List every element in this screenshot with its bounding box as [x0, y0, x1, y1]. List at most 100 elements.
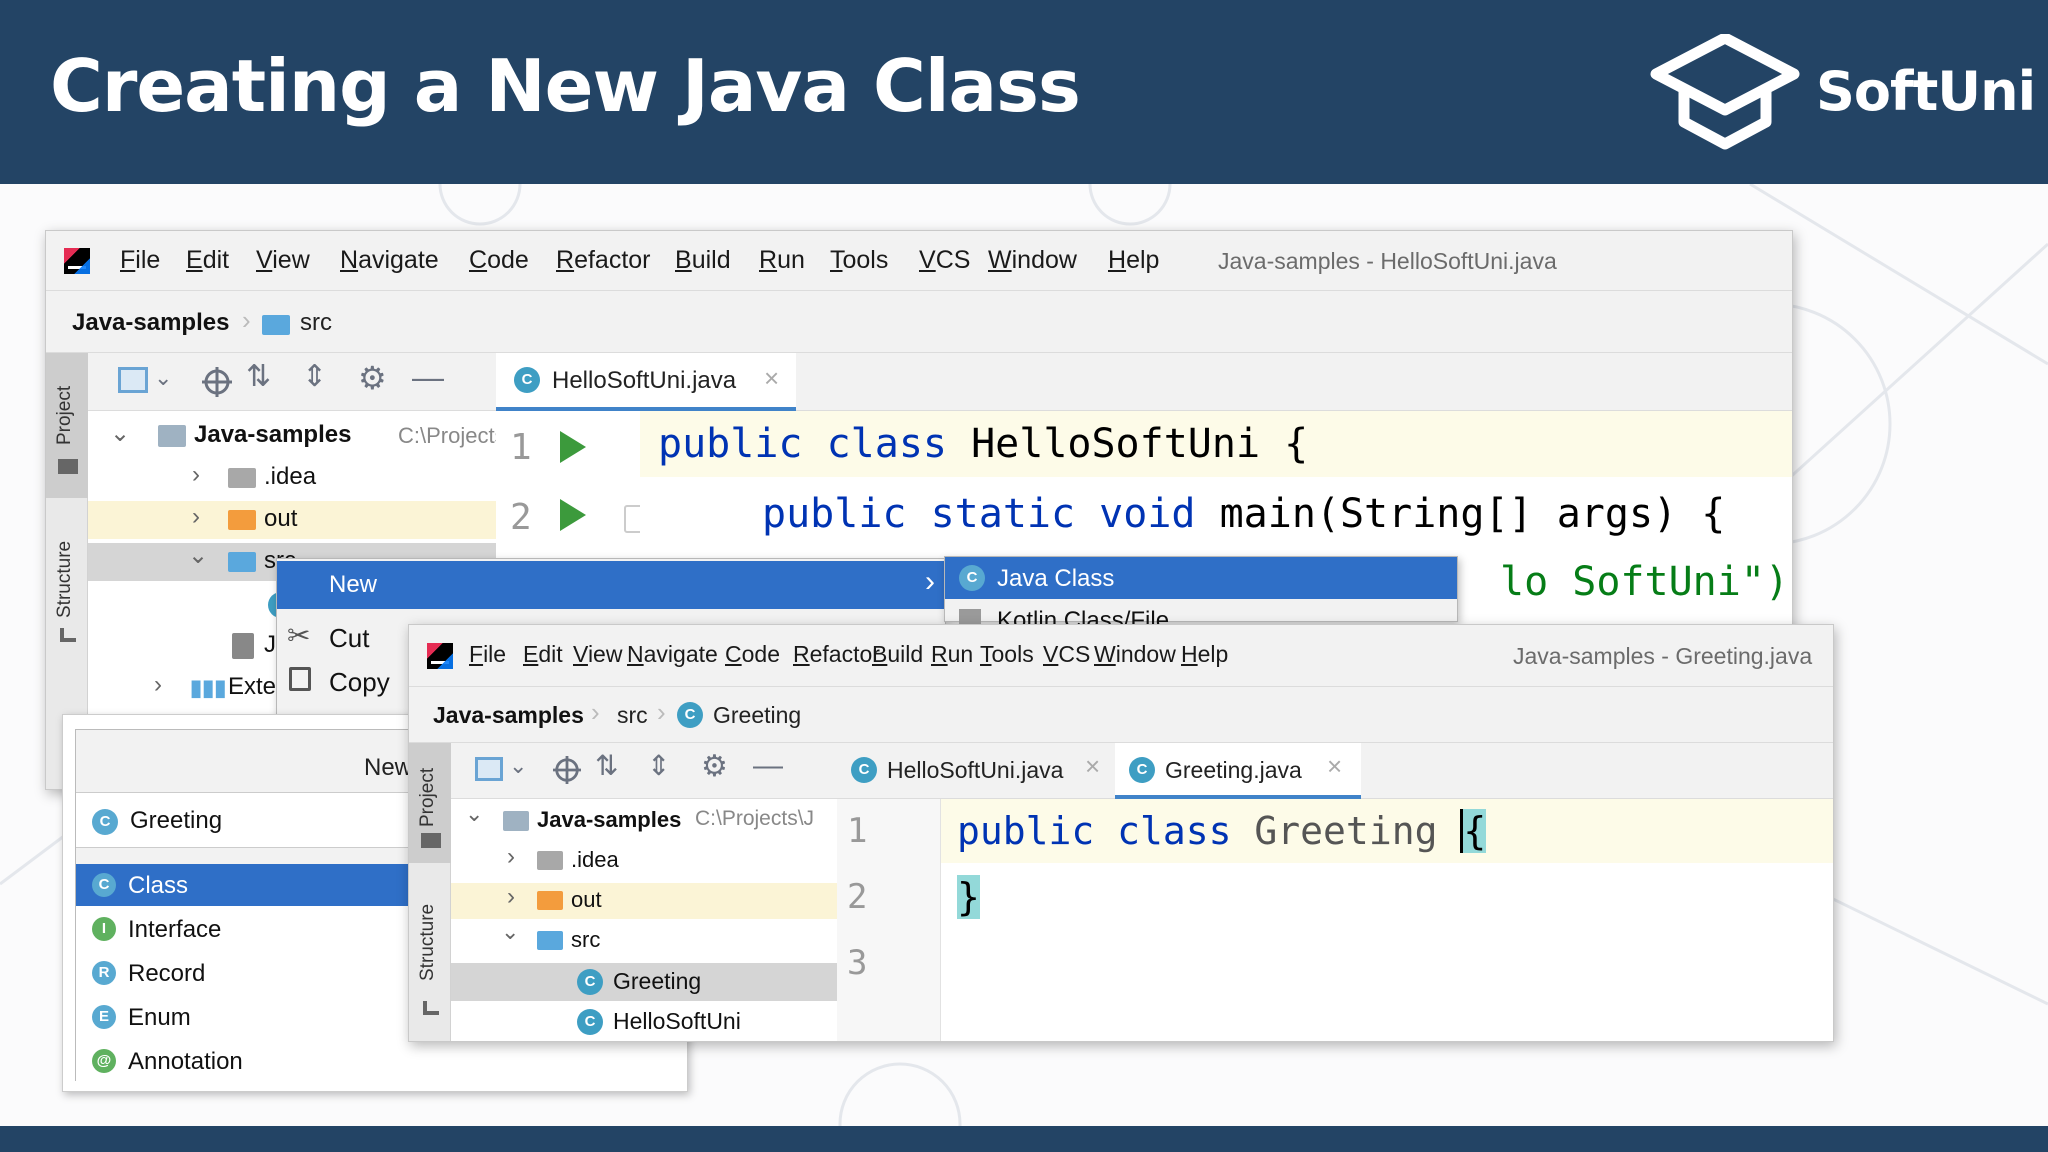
menu-file[interactable]: File [469, 641, 506, 668]
tree-label: Java-samples [194, 421, 352, 448]
kind-label: Record [128, 960, 206, 987]
menu-vcs[interactable]: VCS [919, 246, 970, 275]
tab-greeting[interactable]: C Greeting.java × [1115, 743, 1361, 799]
folder-icon [262, 315, 290, 335]
collapse-all-icon[interactable]: ⇕ [647, 749, 670, 782]
graduation-cap-icon [1650, 34, 1800, 150]
tool-window-strip: Project Structure [409, 743, 451, 1041]
menu-item-java-class[interactable]: C Java Class [945, 557, 1457, 599]
menu-run[interactable]: Run [931, 641, 973, 668]
menu-build[interactable]: Build [675, 246, 731, 275]
structure-icon [423, 1001, 439, 1015]
folder-icon [228, 510, 256, 530]
menu-window[interactable]: Window [1094, 641, 1176, 668]
code-line-2: } [957, 875, 980, 919]
dropdown-arrow-icon[interactable]: ⌄ [509, 753, 527, 779]
logo-text: SoftUni [1816, 60, 2036, 123]
tool-tab-project[interactable]: Project [409, 743, 451, 863]
menu-file[interactable]: File [120, 246, 160, 275]
record-kind-icon: R [92, 961, 116, 985]
gear-icon[interactable]: ⚙ [701, 749, 728, 784]
menu-navigate[interactable]: Navigate [627, 641, 718, 668]
menu-code[interactable]: Code [469, 246, 529, 275]
code-editor[interactable]: public class Greeting { } [941, 799, 1833, 1041]
tree-row-src[interactable]: ⌄ src [451, 919, 837, 959]
menu-refactor[interactable]: Refactor [793, 641, 880, 668]
kind-label: Interface [128, 916, 222, 943]
menu-item-label: Copy [329, 667, 390, 697]
layout-icon[interactable] [475, 757, 503, 781]
folder-icon [228, 468, 256, 488]
tool-tab-project[interactable]: Project [46, 353, 88, 498]
line-number: 1 [847, 811, 868, 851]
menu-tools[interactable]: Tools [980, 641, 1034, 668]
breadcrumb-project[interactable]: Java-samples [72, 309, 229, 337]
line-number: 1 [510, 427, 532, 468]
layout-icon[interactable] [118, 367, 148, 393]
breadcrumb-src[interactable]: src [617, 702, 648, 729]
menu-help[interactable]: Help [1181, 641, 1228, 668]
project-tree: ⌄ Java-samples C:\Projects\J › .idea › o… [451, 799, 837, 1041]
minimize-icon[interactable]: — [753, 749, 783, 783]
code-line-3: lo SoftUni"); [1500, 559, 1793, 605]
collapse-all-icon[interactable]: ⇕ [302, 359, 327, 394]
close-icon[interactable]: × [764, 363, 779, 394]
chevron-down-icon: ⌄ [501, 919, 520, 944]
menu-window[interactable]: Window [988, 246, 1077, 275]
menu-help[interactable]: Help [1108, 246, 1159, 275]
menu-item-label: Cut [329, 623, 370, 653]
tree-row-root[interactable]: ⌄ Java-samples C:\Projects\J [88, 417, 496, 455]
expand-all-icon[interactable]: ⇅ [246, 359, 271, 394]
tree-row-out[interactable]: › out [451, 883, 837, 919]
tool-tab-label: Structure [54, 540, 75, 618]
dropdown-arrow-icon[interactable]: ⌄ [154, 365, 172, 391]
run-icon[interactable] [560, 499, 586, 531]
gear-icon[interactable]: ⚙ [358, 359, 387, 397]
menu-edit[interactable]: Edit [186, 246, 229, 275]
annotation-kind-icon: @ [92, 1049, 116, 1073]
menu-view[interactable]: View [573, 641, 622, 668]
menu-tools[interactable]: Tools [830, 246, 888, 275]
menu-navigate[interactable]: Navigate [340, 246, 439, 275]
tree-label: .idea [571, 847, 619, 872]
tab-hellosoftuni[interactable]: C HelloSoftUni.java × [837, 743, 1113, 799]
menu-run[interactable]: Run [759, 246, 805, 275]
tree-row-root[interactable]: ⌄ Java-samples C:\Projects\J [451, 801, 837, 839]
menu-build[interactable]: Build [872, 641, 923, 668]
menu-item-new[interactable]: New › [277, 561, 945, 609]
module-folder-icon [158, 425, 186, 447]
editor-tabs: C HelloSoftUni.java × [496, 353, 1792, 411]
locate-icon[interactable] [202, 367, 232, 397]
tree-row-out[interactable]: › out [88, 501, 496, 539]
folder-icon [421, 833, 441, 848]
tree-path: C:\Projects\J [695, 807, 815, 830]
menu-refactor[interactable]: Refactor [556, 246, 651, 275]
locate-icon[interactable] [553, 756, 581, 784]
tool-tab-label: Structure [417, 903, 438, 981]
menu-edit[interactable]: Edit [523, 641, 563, 668]
tree-row-idea[interactable]: › .idea [451, 843, 837, 879]
minimize-icon[interactable]: — [412, 359, 444, 396]
tool-tab-structure[interactable]: Structure [46, 498, 88, 658]
kind-annotation[interactable]: @ Annotation [76, 1040, 678, 1082]
tree-row-hellosoftuni[interactable]: C HelloSoftUni [451, 1003, 837, 1041]
breadcrumb-class[interactable]: Greeting [713, 702, 801, 729]
breadcrumb-project[interactable]: Java-samples [433, 702, 584, 729]
menu-vcs[interactable]: VCS [1043, 641, 1090, 668]
tab-hellosoftuni[interactable]: C HelloSoftUni.java × [496, 353, 796, 411]
menu-code[interactable]: Code [725, 641, 780, 668]
tab-label: HelloSoftUni.java [552, 367, 737, 394]
tool-tab-structure[interactable]: Structure [409, 863, 451, 1041]
menu-view[interactable]: View [256, 246, 310, 275]
tree-row-idea[interactable]: › .idea [88, 459, 496, 497]
code-line-1: public class HelloSoftUni { [658, 421, 1309, 467]
breadcrumb-src[interactable]: src [300, 309, 332, 337]
close-icon[interactable]: × [1085, 751, 1100, 782]
run-icon[interactable] [560, 431, 586, 463]
chevron-down-icon: ⌄ [188, 542, 209, 569]
close-icon[interactable]: × [1327, 751, 1342, 782]
new-submenu: C Java Class Kotlin Class/File [944, 556, 1458, 634]
java-class-icon: C [1129, 757, 1155, 783]
expand-all-icon[interactable]: ⇅ [595, 749, 618, 782]
tree-row-greeting[interactable]: C Greeting [451, 963, 837, 1001]
